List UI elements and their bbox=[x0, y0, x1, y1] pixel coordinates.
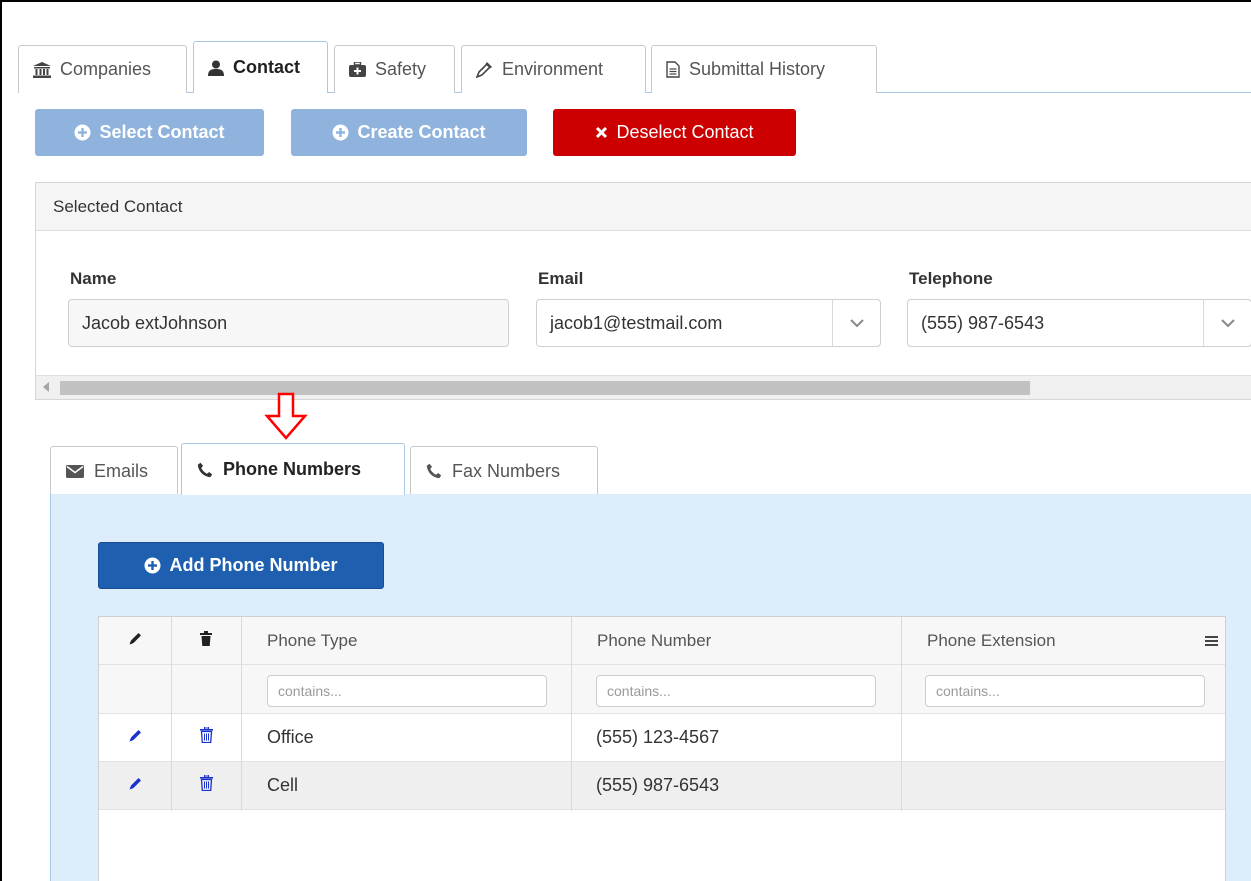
delete-column-header bbox=[171, 617, 241, 664]
create-contact-button[interactable]: Create Contact bbox=[291, 109, 527, 156]
selected-contact-panel: Selected Contact Name Jacob extJohnson E… bbox=[35, 182, 1251, 400]
grid-column-divider bbox=[241, 617, 242, 811]
edit-row-button[interactable] bbox=[99, 714, 171, 761]
pencil-icon[interactable] bbox=[128, 775, 143, 796]
eyedropper-icon bbox=[476, 61, 493, 78]
document-icon bbox=[666, 61, 680, 78]
tab-contact-label: Contact bbox=[233, 57, 300, 77]
close-icon bbox=[595, 126, 608, 139]
tab-companies-label: Companies bbox=[60, 59, 152, 79]
email-select[interactable]: jacob1@testmail.com bbox=[536, 299, 881, 347]
delete-row-button[interactable] bbox=[171, 714, 241, 761]
phone-icon bbox=[197, 462, 213, 478]
phone-extension-cell bbox=[927, 762, 1187, 809]
window-frame-left bbox=[0, 0, 2, 881]
telephone-value: (555) 987-6543 bbox=[921, 312, 1045, 333]
phone-number-header[interactable]: Phone Number bbox=[597, 617, 897, 664]
trash-icon[interactable] bbox=[199, 726, 213, 748]
phone-extension-cell bbox=[927, 714, 1187, 761]
envelope-icon bbox=[66, 464, 84, 478]
annotation-down-arrow-icon bbox=[264, 392, 308, 440]
edit-column-header bbox=[99, 617, 171, 664]
plus-circle-icon bbox=[144, 557, 161, 574]
tab-contact[interactable]: Contact bbox=[193, 41, 328, 93]
grid-column-divider bbox=[571, 617, 572, 811]
tab-companies[interactable]: Companies bbox=[18, 45, 187, 93]
trash-icon[interactable] bbox=[199, 774, 213, 796]
telephone-select[interactable]: (555) 987-6543 bbox=[907, 299, 1251, 347]
pencil-icon[interactable] bbox=[128, 727, 143, 748]
tab-safety[interactable]: Safety bbox=[334, 45, 455, 93]
window-frame-top bbox=[0, 0, 1251, 2]
user-icon bbox=[208, 60, 224, 76]
email-value: jacob1@testmail.com bbox=[550, 312, 723, 333]
grid-column-divider bbox=[901, 617, 902, 811]
medkit-icon bbox=[349, 62, 366, 77]
phone-number-cell: (555) 987-6543 bbox=[596, 775, 720, 795]
panel-heading: Selected Contact bbox=[36, 183, 1251, 231]
bank-icon bbox=[33, 61, 51, 78]
tab-environment-label: Environment bbox=[502, 59, 604, 79]
phone-number-cell: (555) 123-4567 bbox=[596, 727, 720, 747]
delete-row-button[interactable] bbox=[171, 762, 241, 809]
tab-fax-numbers[interactable]: Fax Numbers bbox=[410, 446, 598, 495]
tab-fax-numbers-label: Fax Numbers bbox=[452, 460, 561, 481]
tab-phone-numbers-label: Phone Numbers bbox=[223, 459, 362, 479]
deselect-contact-button[interactable]: Deselect Contact bbox=[553, 109, 796, 156]
phone-type-cell: Cell bbox=[267, 775, 299, 795]
phone-type-header[interactable]: Phone Type bbox=[267, 617, 567, 664]
horizontal-scrollbar[interactable] bbox=[36, 375, 1251, 399]
table-row[interactable]: Office (555) 123-4567 bbox=[99, 714, 1225, 762]
top-tab-bar: Companies Contact Safety Environment Sub… bbox=[18, 41, 1251, 93]
tab-environment[interactable]: Environment bbox=[461, 45, 646, 93]
grid-header-row: Phone Type Phone Number Phone Extension bbox=[99, 617, 1225, 665]
trash-icon bbox=[200, 630, 212, 651]
add-phone-number-label: Add Phone Number bbox=[169, 555, 338, 575]
phone-icon bbox=[426, 463, 442, 479]
plus-circle-icon bbox=[74, 124, 91, 141]
phone-extension-header[interactable]: Phone Extension bbox=[927, 617, 1187, 664]
select-contact-button[interactable]: Select Contact bbox=[35, 109, 264, 156]
deselect-contact-label: Deselect Contact bbox=[616, 122, 754, 142]
email-label: Email bbox=[538, 269, 584, 288]
phone-numbers-grid: Phone Type Phone Number Phone Extension … bbox=[98, 616, 1226, 881]
tab-submittal-history[interactable]: Submittal History bbox=[651, 45, 877, 93]
create-contact-label: Create Contact bbox=[357, 122, 486, 142]
scrollbar-thumb[interactable] bbox=[60, 381, 1030, 395]
name-label: Name bbox=[70, 269, 117, 288]
tab-emails-label: Emails bbox=[94, 460, 149, 481]
phone-type-cell: Office bbox=[267, 727, 314, 747]
table-row[interactable]: Cell (555) 987-6543 bbox=[99, 762, 1225, 810]
tab-phone-numbers[interactable]: Phone Numbers bbox=[181, 443, 405, 495]
tab-safety-label: Safety bbox=[375, 59, 427, 79]
chevron-down-icon[interactable] bbox=[832, 300, 880, 346]
tab-submittal-history-label: Submittal History bbox=[689, 59, 826, 79]
edit-row-button[interactable] bbox=[99, 762, 171, 809]
pencil-icon bbox=[128, 631, 143, 651]
tab-emails[interactable]: Emails bbox=[50, 446, 178, 495]
telephone-label: Telephone bbox=[909, 269, 993, 288]
name-field[interactable]: Jacob extJohnson bbox=[68, 299, 509, 347]
sub-tab-bar: Emails Phone Numbers Fax Numbers bbox=[50, 443, 1251, 495]
column-menu-icon[interactable] bbox=[1197, 617, 1225, 664]
name-value: Jacob extJohnson bbox=[82, 312, 228, 333]
plus-circle-icon bbox=[332, 124, 349, 141]
phone-extension-filter-input[interactable]: contains... bbox=[925, 675, 1205, 707]
grid-filter-row: contains... contains... contains... bbox=[99, 665, 1225, 714]
scroll-left-arrow-icon[interactable] bbox=[43, 382, 49, 392]
phone-number-filter-input[interactable]: contains... bbox=[596, 675, 876, 707]
chevron-down-icon[interactable] bbox=[1203, 300, 1251, 346]
grid-column-divider bbox=[171, 617, 172, 811]
phone-type-filter-input[interactable]: contains... bbox=[267, 675, 547, 707]
select-contact-label: Select Contact bbox=[99, 122, 225, 142]
add-phone-number-button[interactable]: Add Phone Number bbox=[98, 542, 384, 589]
